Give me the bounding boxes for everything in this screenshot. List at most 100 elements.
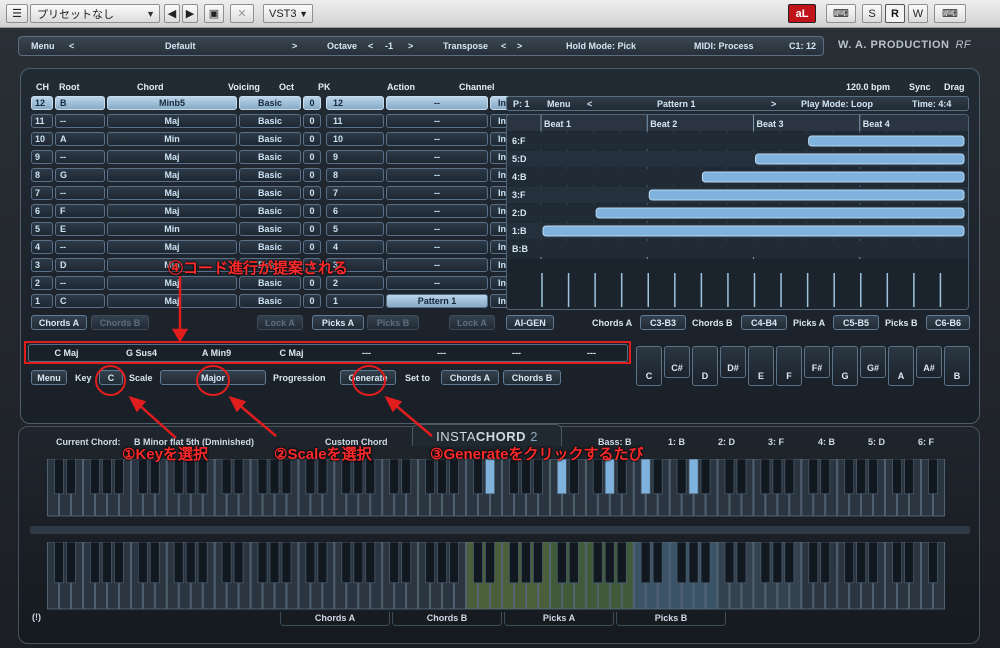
black-key[interactable] [485,542,495,584]
black-key[interactable] [89,459,100,495]
black-key[interactable] [365,542,376,584]
black-key[interactable] [197,459,208,495]
action-cell[interactable]: -- [386,258,488,272]
black-key[interactable] [928,542,938,584]
chord-type-cell[interactable]: Min [107,222,237,236]
octave-cell[interactable]: 0 [303,222,321,236]
black-key[interactable] [700,542,711,584]
pk-cell[interactable]: 7 [326,186,384,200]
channel-cell[interactable]: 4 [31,240,53,254]
voicing-cell[interactable]: Basic [239,222,301,236]
root-cell[interactable]: B [55,96,105,110]
lock-a-button[interactable]: Lock A [257,315,303,330]
voicing-cell[interactable]: Basic [239,186,301,200]
black-key[interactable] [137,542,148,584]
black-key[interactable] [688,542,699,584]
root-cell[interactable]: -- [55,186,105,200]
tab-chords-b[interactable]: Chords B [392,612,502,626]
mode-w-button[interactable]: W [908,4,928,23]
black-key[interactable] [772,459,783,495]
black-key[interactable] [808,542,819,584]
black-key[interactable] [784,542,795,584]
black-key[interactable] [556,542,567,584]
black-key[interactable] [173,542,184,584]
progression-menu-button[interactable]: Menu [31,370,67,385]
black-key[interactable] [113,542,124,584]
action-cell[interactable]: -- [386,114,488,128]
black-key[interactable] [784,459,795,495]
drag-button[interactable]: Drag [944,82,965,92]
sync-button[interactable]: Sync [909,82,931,92]
black-key[interactable] [652,542,663,584]
voicing-cell[interactable]: Basic [239,240,301,254]
chord-type-cell[interactable]: Maj [107,294,237,308]
note-key-a-sharp[interactable]: A# [916,346,942,378]
chord-type-cell[interactable]: Maj [107,168,237,182]
root-cell[interactable]: -- [55,276,105,290]
menu-icon[interactable]: ☰ [6,4,28,23]
chords-b-range[interactable]: C4-B4 [741,315,787,330]
prev-preset-button[interactable]: ◀ [164,4,180,23]
pk-cell[interactable]: 6 [326,204,384,218]
black-key[interactable] [389,542,400,584]
chord-row[interactable]: 4 -- Maj Basic 0 4 -- In [31,240,514,254]
pattern-next-button[interactable]: > [771,99,776,109]
black-key[interactable] [437,459,448,495]
keyboard-icon[interactable]: ⌨ [826,4,856,23]
chords-b-button[interactable]: Chords B [91,315,149,330]
black-key[interactable] [305,459,316,495]
black-key[interactable] [509,542,519,584]
pk-cell[interactable]: 11 [326,114,384,128]
plugin-format-select[interactable]: VST3 ▼ [263,4,313,23]
black-key[interactable] [317,542,328,584]
black-key[interactable] [772,542,783,584]
black-key[interactable] [868,459,879,495]
octave-cell[interactable]: 0 [303,150,321,164]
note-key-c-sharp[interactable]: C# [664,346,690,378]
channel-cell[interactable]: 12 [31,96,53,110]
black-key[interactable] [269,542,280,584]
root-cell[interactable]: C [55,294,105,308]
black-key[interactable] [892,459,903,495]
black-key[interactable] [449,459,460,495]
channel-cell[interactable]: 11 [31,114,53,128]
pattern-grid[interactable]: Beat 1 Beat 2 Beat 3 Beat 4 6:F 5:D 4:B 3:F 2:D 1… [506,114,969,310]
velocity-area[interactable] [507,259,969,310]
octave-cell[interactable]: 0 [303,114,321,128]
chord-type-cell[interactable]: Minb5 [107,96,237,110]
octave-cell[interactable]: 0 [303,96,321,110]
black-key[interactable] [724,459,735,495]
ai-gen-button[interactable]: AI-GEN [506,315,554,330]
chord-row[interactable]: 11 -- Maj Basic 0 11 -- In [31,114,514,128]
picks-a-range[interactable]: C5-B5 [833,315,879,330]
black-key[interactable] [736,459,747,495]
black-key[interactable] [532,459,543,495]
lane-label[interactable]: B:B [512,244,528,254]
channel-cell[interactable]: 6 [31,204,53,218]
channel-cell[interactable]: 8 [31,168,53,182]
black-key[interactable] [149,542,160,584]
chords-a-button[interactable]: Chords A [31,315,87,330]
voicing-cell[interactable]: Basic [239,276,301,290]
pk-cell[interactable]: 10 [326,132,384,146]
black-key[interactable] [401,542,412,584]
black-key[interactable] [485,459,495,495]
black-key[interactable] [928,459,938,495]
black-key[interactable] [736,542,747,584]
octave-cell[interactable]: 0 [303,276,321,290]
mode-r-button[interactable]: R [885,4,905,23]
tab-picks-b[interactable]: Picks B [616,612,726,626]
black-key[interactable] [844,459,855,495]
trigger-keyboard[interactable] [47,542,945,610]
black-key[interactable] [760,542,771,584]
channel-cell[interactable]: 7 [31,186,53,200]
black-key[interactable] [592,459,603,495]
black-key[interactable] [556,459,567,495]
black-key[interactable] [532,542,543,584]
note-key-c[interactable]: C [636,346,662,386]
black-key[interactable] [221,459,232,495]
pattern-prev-button[interactable]: < [587,99,592,109]
action-cell[interactable]: -- [386,276,488,290]
octave-cell[interactable]: 0 [303,168,321,182]
chord-row[interactable]: 2 -- Maj Basic 0 2 -- In [31,276,514,290]
